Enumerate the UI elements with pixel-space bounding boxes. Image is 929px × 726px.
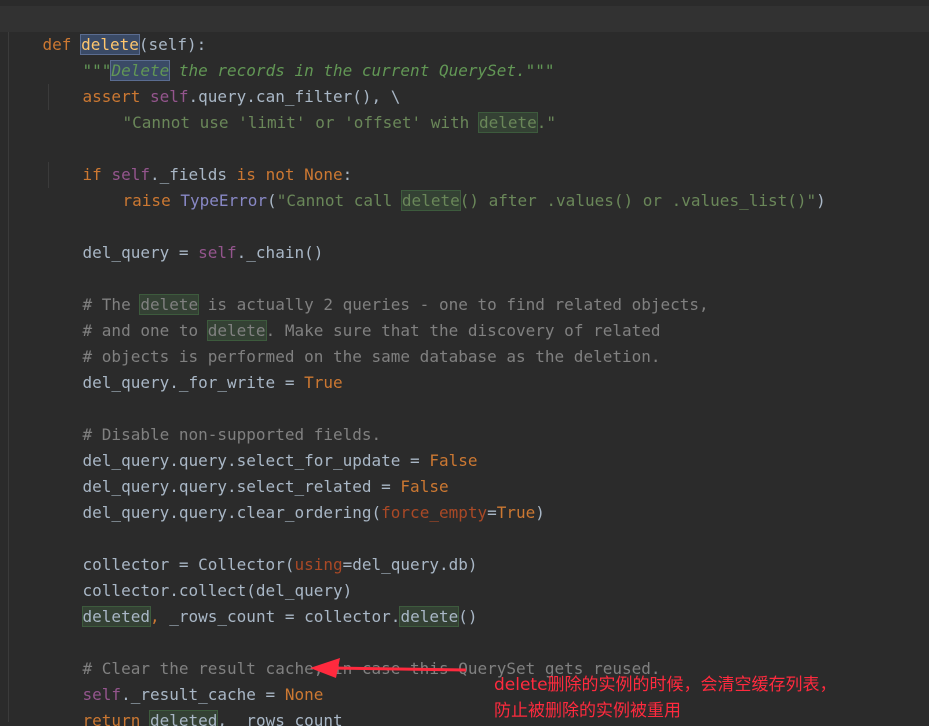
code-line[interactable]: # and one to delete. Make sure that the … [44,292,661,341]
code-line[interactable]: self._result_cache = None [44,656,324,704]
code-line[interactable]: collector = Collector(using=del_query.db… [44,526,478,574]
annotation-arrow-icon [310,658,467,678]
code-line[interactable]: assert self.query.can_filter(), \ [44,58,401,106]
usage-highlight: deleted [81,606,151,627]
string-literal: ." [536,113,557,132]
annotation-text: delete删除的实例的时候，会清空缓存列表， 防止被删除的实例被重用 [494,672,837,724]
code-line[interactable]: del_query._for_write = True [44,344,343,392]
code-line[interactable]: collector.collect(del_query) [44,552,353,600]
keyword-true: True [304,373,343,392]
keyword-raise: raise [122,191,171,210]
code-line[interactable]: # The delete is actually 2 queries - one… [44,266,709,315]
builtin-exception: TypeError [180,191,268,210]
code-line[interactable]: """Delete the records in the current Que… [44,32,555,81]
annotation-line-1: delete删除的实例的时候，会清空缓存列表， [494,675,837,695]
usage-highlight: deleted [148,710,219,726]
code-text: , _rows_count [217,711,343,726]
code-line[interactable]: return deleted, _rows_count [44,682,343,726]
code-text: =del_query.db) [342,555,478,574]
code-line[interactable]: "Cannot use 'limit' or 'offset' with del… [84,84,556,133]
code-text: _rows_count = collector. [159,607,401,626]
keyword-return: return [82,711,141,726]
code-text: () [458,607,478,626]
code-line[interactable]: if self._fields is not None: [44,136,353,184]
code-text: ) [816,191,826,210]
annotation-line-2: 防止被删除的实例被重用 [494,701,681,721]
string-literal: () after .values() or .values_list()" [459,191,817,210]
code-text: ._chain() [236,243,324,262]
code-line[interactable]: del_query.query.select_related = False [44,448,449,496]
code-line[interactable]: del_query.query.clear_ordering(force_emp… [44,474,545,522]
code-line[interactable]: def delete(self): [0,6,929,55]
code-editor[interactable]: def delete(self): """Delete the records … [0,0,929,726]
keyword-true: True [496,503,536,522]
named-argument: force_empty [381,503,488,522]
string-literal: "Cannot call [276,191,402,210]
code-line[interactable]: del_query.query.select_for_update = Fals… [44,422,478,470]
code-text: del_query._for_write = [82,373,305,392]
code-line[interactable]: # Clear the result cache, in case this Q… [44,630,661,678]
self-ref: self [198,243,237,262]
code-text: del_query = [82,243,199,262]
code-line[interactable]: # Disable non-supported fields. [44,396,382,444]
code-line[interactable]: # objects is performed on the same datab… [44,318,661,366]
usage-highlight: delete [477,112,538,133]
code-line[interactable]: del_query = self._chain() [44,214,324,262]
code-text: del_query.query.clear_ordering( [82,503,382,522]
code-text: = [487,503,497,522]
code-text: ) [535,503,545,522]
usage-highlight: delete [399,606,460,627]
code-line[interactable]: raise TypeError("Cannot call delete() af… [84,162,826,211]
usage-highlight: delete [400,190,461,211]
indent-guide [8,32,9,722]
code-text: , [149,607,160,626]
string-literal: "Cannot use 'limit' or 'offset' with [122,113,479,132]
docstring-quote: """ [525,61,555,80]
code-line[interactable]: deleted, _rows_count = collector.delete(… [44,578,478,627]
code-text: ( [267,191,277,210]
